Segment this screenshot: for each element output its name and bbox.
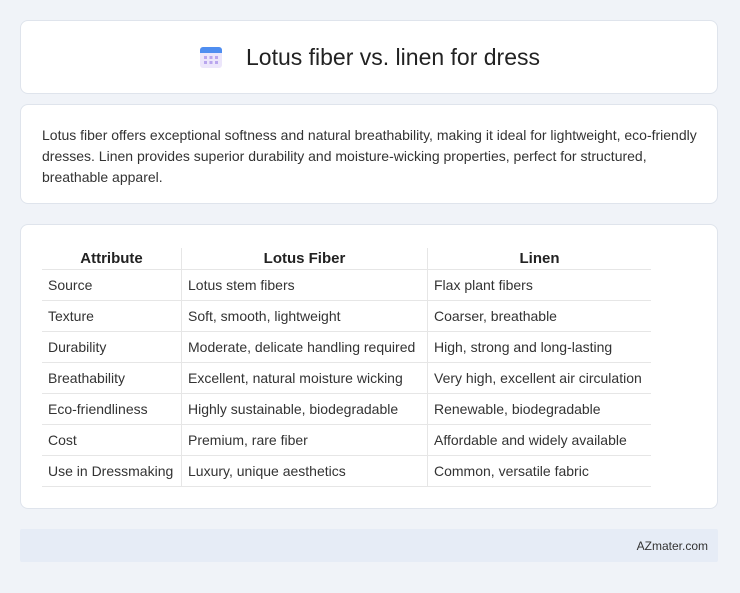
column-header-linen: Linen [427, 248, 651, 270]
table-cell: Soft, smooth, lightweight [181, 300, 428, 332]
table-cell: Eco-friendliness [42, 393, 182, 425]
table-row: Source Lotus stem fibers Flax plant fibers [42, 269, 651, 301]
summary-text: Lotus fiber offers exceptional softness … [42, 127, 697, 185]
table-cell: Cost [42, 424, 182, 456]
table-cell: Moderate, delicate handling required [181, 331, 428, 363]
table-cell: Texture [42, 300, 182, 332]
table-cell: Flax plant fibers [427, 269, 651, 301]
table-cell: Luxury, unique aesthetics [181, 455, 428, 487]
table-row: Cost Premium, rare fiber Affordable and wi… [42, 424, 651, 456]
table-row: Breathability Excellent, natural moisture… [42, 362, 651, 394]
comparison-table: Attribute Lotus Fiber Linen Source Lotus … [42, 248, 651, 487]
table-cell: High, strong and long-lasting [427, 331, 651, 363]
table-cell: Renewable, biodegradable [427, 393, 651, 425]
footer: AZmater.com [20, 529, 718, 562]
table-cell: Excellent, natural moisture wicking [181, 362, 428, 394]
footer-brand: AZmater.com [636, 538, 708, 553]
table-row: Durability Moderate, delicate handling re… [42, 331, 651, 363]
table-cell: Use in Dressmaking [42, 455, 182, 487]
table-cell: Very high, excellent air circulation [427, 362, 651, 394]
column-header-attribute: Attribute [42, 248, 182, 270]
table-row: Texture Soft, smooth, lightweight Coarser,… [42, 300, 651, 332]
table-row: Eco-friendliness Highly sustainable, biod… [42, 393, 651, 425]
table-cell: Coarser, breathable [427, 300, 651, 332]
table-row: Use in Dressmaking Luxury, unique aesthet… [42, 455, 651, 487]
title-card: Lotus fiber vs. linen for dress [20, 20, 718, 94]
page-title: Lotus fiber vs. linen for dress [245, 43, 541, 70]
table-header-row: Attribute Lotus Fiber Linen [42, 248, 651, 270]
column-header-lotus-fiber: Lotus Fiber [181, 248, 428, 270]
table-cell: Common, versatile fabric [427, 455, 651, 487]
table-cell: Source [42, 269, 182, 301]
table-cell: Lotus stem fibers [181, 269, 428, 301]
table-cell: Breathability [42, 362, 182, 394]
comparison-table-card: Attribute Lotus Fiber Linen Source Lotus … [20, 224, 718, 509]
table-cell: Durability [42, 331, 182, 363]
table-cell: Highly sustainable, biodegradable [181, 393, 428, 425]
calendar-icon [198, 44, 224, 70]
summary-card: Lotus fiber offers exceptional softness … [20, 104, 718, 204]
table-cell: Affordable and widely available [427, 424, 651, 456]
table-cell: Premium, rare fiber [181, 424, 428, 456]
